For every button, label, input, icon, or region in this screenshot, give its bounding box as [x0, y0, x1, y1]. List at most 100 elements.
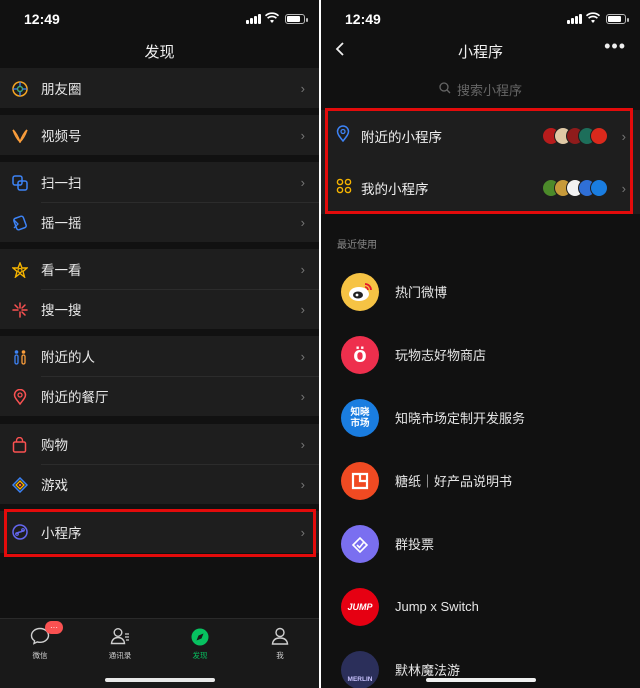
chevron-right-icon: › — [300, 388, 305, 404]
navbar: 小程序 ••• — [321, 36, 640, 66]
recent-app-item[interactable]: ö 玩物志好物商店 — [321, 323, 640, 386]
app-name: 热门微博 — [395, 285, 448, 300]
menu-label: 购物 — [41, 438, 68, 453]
recent-app-item[interactable]: 热门微博 — [321, 260, 640, 323]
chevron-right-icon: › — [300, 436, 305, 452]
menu-label: 游戏 — [41, 478, 68, 493]
app-name: Jump x Switch — [395, 599, 479, 614]
app-name: 群投票 — [395, 537, 435, 552]
menu-item-shake[interactable]: 摇一摇 › — [0, 202, 319, 242]
menu-item-search[interactable]: 搜一搜 › — [0, 289, 319, 329]
recent-app-item[interactable]: 群投票 — [321, 512, 640, 575]
menu-item-top-stories[interactable]: 看一看 › — [0, 249, 319, 289]
app-icon-glyph: 知晓市场 — [350, 406, 370, 429]
app-icon-glyph: JUMP — [347, 601, 373, 612]
zhixiao-icon: 知晓市场 — [341, 398, 379, 437]
highlight-box — [325, 108, 633, 214]
tab-label: 微信 — [32, 651, 48, 660]
discover-icon — [170, 627, 230, 647]
menu-item-people-nearby[interactable]: 附近的人 › — [0, 336, 319, 376]
tab-label: 发现 — [192, 651, 208, 660]
tangzhi-icon — [341, 461, 379, 500]
scan-icon — [11, 174, 28, 191]
chevron-right-icon: › — [300, 174, 305, 190]
mini-programs-screen: 12:49 小程序 ••• 搜索小程序 附近的小程序 › 我的小程序 › 最近使… — [321, 0, 640, 688]
more-options-icon[interactable]: ••• — [604, 36, 626, 57]
battery-icon — [285, 14, 308, 24]
home-indicator — [425, 678, 536, 682]
menu-item-moments[interactable]: 朋友圈 › — [0, 68, 319, 108]
chevron-right-icon: › — [300, 80, 305, 96]
search-placeholder: 搜索小程序 — [456, 82, 522, 98]
menu-item-scan[interactable]: 扫一扫 › — [0, 162, 319, 202]
group-vote-icon — [341, 524, 379, 563]
merlin-icon: MERLIN — [341, 650, 379, 688]
discover-screen: 12:49 发现 朋友圈 › 视频号 › 扫一扫 › 摇一摇 › 看一看 › 搜… — [0, 0, 319, 688]
menu-label: 朋友圈 — [41, 82, 82, 97]
chevron-right-icon: › — [300, 348, 305, 364]
page-title: 小程序 — [457, 43, 503, 61]
recent-section-label: 最近使用 — [337, 240, 377, 251]
battery-icon — [606, 14, 629, 24]
games-icon — [11, 476, 28, 493]
tab-me[interactable]: 我 — [250, 627, 310, 661]
navbar: 发现 — [0, 36, 319, 66]
status-time: 12:49 — [24, 11, 60, 27]
menu-group-scan: 扫一扫 › 摇一摇 › — [0, 162, 319, 242]
chevron-right-icon: › — [300, 261, 305, 277]
search-icon — [11, 301, 28, 318]
wifi-icon — [265, 12, 279, 23]
people-nearby-icon — [11, 348, 28, 365]
tab-label: 通讯录 — [108, 651, 132, 660]
highlight-box — [4, 509, 316, 557]
app-name: 默林魔法游 — [395, 663, 461, 678]
unread-badge: ··· — [45, 621, 63, 634]
menu-item-games[interactable]: 游戏 › — [0, 464, 319, 504]
page-title: 发现 — [144, 43, 175, 61]
signal-icon — [246, 14, 261, 24]
tab-chats[interactable]: 微信 ··· — [10, 621, 70, 661]
me-icon — [250, 627, 310, 647]
app-name: 知晓市场定制开发服务 — [395, 411, 526, 426]
menu-item-restaurants-nearby[interactable]: 附近的餐厅 › — [0, 376, 319, 416]
top-stories-icon — [11, 261, 28, 278]
menu-group-moments: 朋友圈 › — [0, 68, 319, 108]
search-icon — [439, 81, 451, 97]
menu-group-shopping: 购物 › 游戏 › — [0, 424, 319, 504]
signal-icon — [567, 14, 582, 24]
chevron-right-icon: › — [300, 127, 305, 143]
menu-label: 附近的餐厅 — [41, 390, 109, 405]
back-arrow-icon[interactable] — [335, 41, 345, 62]
weibo-icon — [341, 272, 379, 311]
tab-bar: 微信 ··· 通讯录 发现 我 — [0, 618, 319, 688]
recent-app-item[interactable]: 糖纸｜好产品说明书 — [321, 449, 640, 512]
menu-item-shopping[interactable]: 购物 › — [0, 424, 319, 464]
app-name: 糖纸｜好产品说明书 — [395, 474, 513, 489]
menu-group-channels: 视频号 › — [0, 115, 319, 155]
wanwuzhi-icon: ö — [341, 335, 379, 374]
menu-group-stories: 看一看 › 搜一搜 › — [0, 249, 319, 329]
location-pin-icon — [11, 388, 28, 405]
menu-label: 附近的人 — [41, 350, 95, 365]
app-icon-glyph: MERLIN — [347, 675, 373, 683]
menu-label: 摇一摇 — [41, 216, 82, 231]
tab-contacts[interactable]: 通讯录 — [90, 627, 150, 661]
moments-icon — [11, 80, 28, 97]
shopping-bag-icon — [11, 436, 28, 453]
status-bar: 12:49 — [0, 0, 319, 36]
status-time: 12:49 — [345, 11, 381, 27]
channels-icon — [11, 127, 28, 144]
menu-label: 扫一扫 — [41, 176, 82, 191]
wifi-icon — [586, 12, 600, 23]
recent-app-item[interactable]: 知晓市场 知晓市场定制开发服务 — [321, 386, 640, 449]
tab-label: 我 — [276, 651, 284, 660]
menu-label: 视频号 — [41, 129, 82, 144]
chevron-right-icon: › — [300, 214, 305, 230]
app-icon-glyph: ö — [353, 341, 367, 367]
menu-group-nearby: 附近的人 › 附近的餐厅 › — [0, 336, 319, 416]
search-bar[interactable]: 搜索小程序 — [331, 79, 630, 99]
menu-item-channels[interactable]: 视频号 › — [0, 115, 319, 155]
tab-discover[interactable]: 发现 — [170, 627, 230, 661]
recent-app-item[interactable]: JUMP Jump x Switch — [321, 575, 640, 638]
status-bar: 12:49 — [321, 0, 640, 36]
